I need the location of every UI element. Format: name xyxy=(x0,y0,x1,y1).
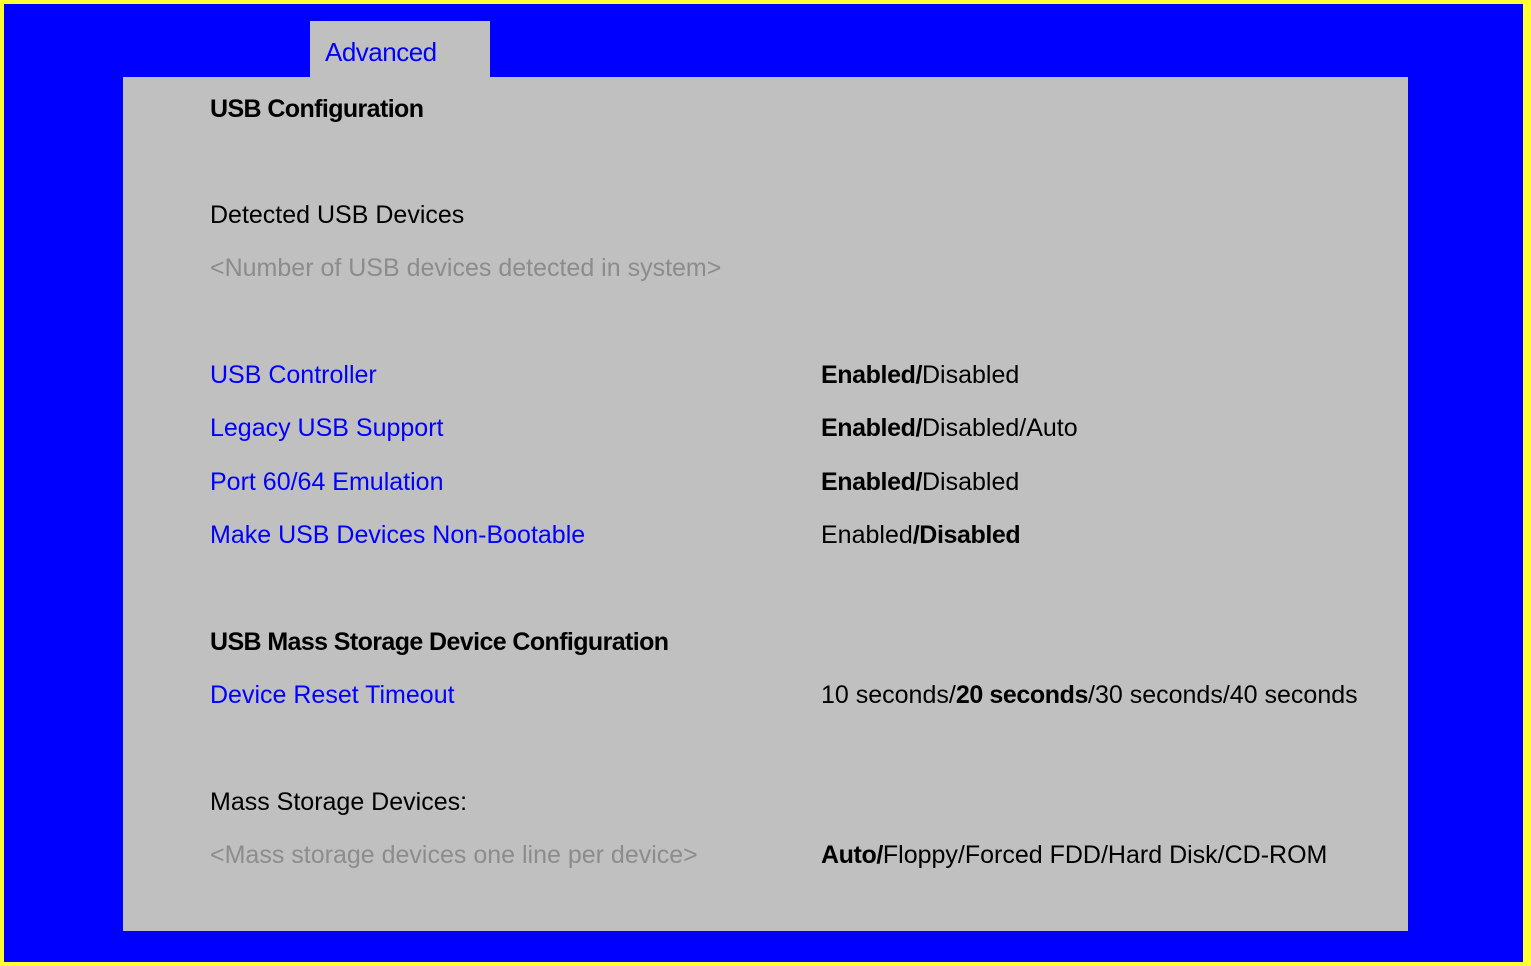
setting-port-6064-emulation-value[interactable]: Enabled/Disabled xyxy=(821,467,1019,497)
bios-screen: Advanced USB Configuration Detected USB … xyxy=(4,4,1523,962)
setting-usb-controller[interactable]: USB Controller xyxy=(210,360,377,390)
option: 10 seconds/ xyxy=(821,681,956,709)
option: Floppy/Forced FDD/Hard Disk/CD-ROM xyxy=(882,841,1328,869)
setting-device-reset-timeout-value[interactable]: 10 seconds/20 seconds/30 seconds/40 seco… xyxy=(821,680,1358,710)
option: Disabled xyxy=(922,468,1020,496)
setting-make-usb-non-bootable[interactable]: Make USB Devices Non-Bootable xyxy=(210,520,585,550)
setting-legacy-usb-support-value[interactable]: Enabled/Disabled/Auto xyxy=(821,413,1078,443)
setting-port-6064-emulation[interactable]: Port 60/64 Emulation xyxy=(210,467,443,497)
settings-panel: USB Configuration Detected USB Devices <… xyxy=(123,77,1408,931)
option: /30 seconds/40 seconds xyxy=(1088,681,1358,709)
setting-legacy-usb-support[interactable]: Legacy USB Support xyxy=(210,413,443,443)
option-default: Auto/ xyxy=(821,841,883,869)
option: Disabled xyxy=(922,361,1020,389)
tab-advanced[interactable]: Advanced xyxy=(310,21,490,81)
mass-storage-devices-label: Mass Storage Devices: xyxy=(210,788,468,816)
mass-storage-emulation-value[interactable]: Auto/Floppy/Forced FDD/Hard Disk/CD-ROM xyxy=(821,840,1327,870)
setting-device-reset-timeout[interactable]: Device Reset Timeout xyxy=(210,680,455,710)
detected-usb-devices-label: Detected USB Devices xyxy=(210,201,465,229)
option-default: Enabled xyxy=(821,414,916,442)
detected-usb-devices-help: <Number of USB devices detected in syste… xyxy=(210,254,722,282)
mass-storage-devices-help: <Mass storage devices one line per devic… xyxy=(210,841,698,869)
option-default: 20 seconds xyxy=(955,681,1089,709)
setting-make-usb-non-bootable-value[interactable]: Enabled/Disabled xyxy=(821,520,1021,550)
option: Enabled xyxy=(821,521,913,549)
option-default: Enabled xyxy=(821,468,916,496)
mass-storage-heading: USB Mass Storage Device Configuration xyxy=(210,628,669,656)
tab-advanced-label: Advanced xyxy=(325,37,437,67)
setting-usb-controller-value[interactable]: Enabled/Disabled xyxy=(821,360,1019,390)
option: Disabled/Auto xyxy=(922,414,1078,442)
page-title: USB Configuration xyxy=(210,95,424,123)
option-default: Enabled xyxy=(821,361,916,389)
option-default: /Disabled xyxy=(912,521,1021,549)
